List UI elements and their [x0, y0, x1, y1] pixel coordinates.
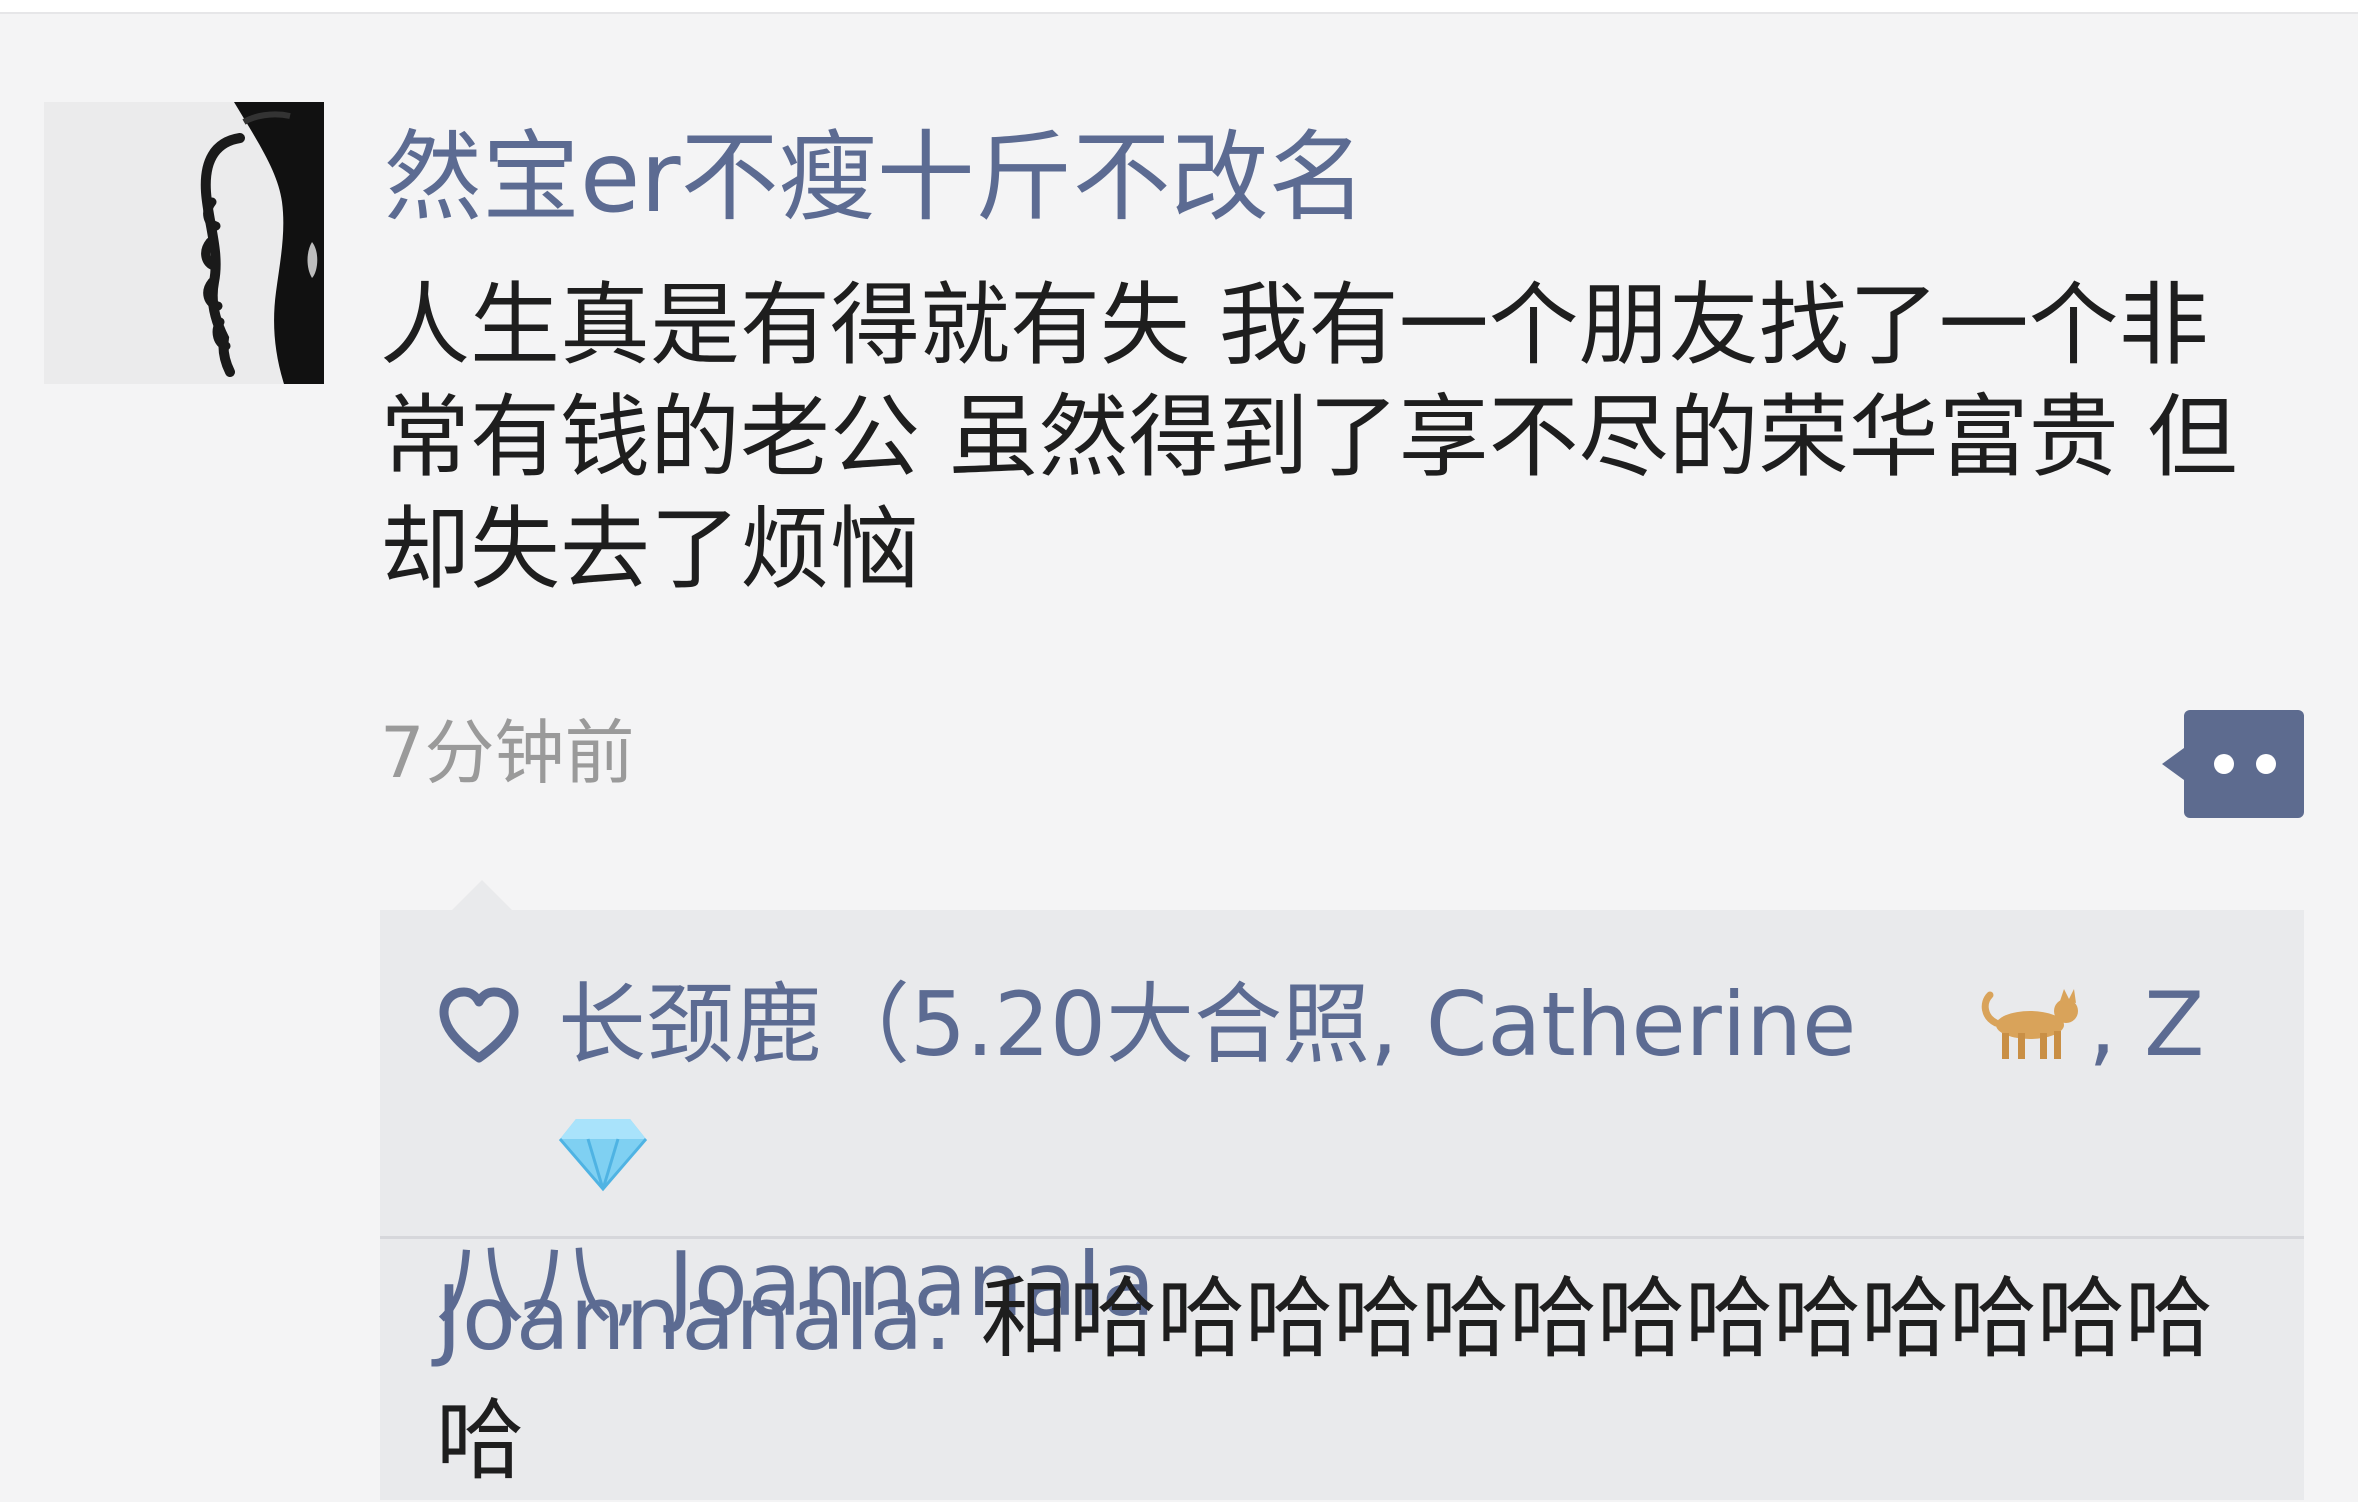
top-divider [0, 0, 2358, 14]
avatar-image [44, 102, 324, 384]
gem-icon [436, 1102, 648, 1224]
moments-post: 然宝er不瘦十斤不改名 人生真是有得就有失 我有一个朋友找了一个非常有钱的老公 … [0, 14, 2358, 1500]
post-timestamp: 7分钟前 [380, 712, 635, 794]
post-content: 人生真是有得就有失 我有一个朋友找了一个非常有钱的老公 虽然得到了享不尽的荣华富… [380, 273, 2238, 602]
panel-pointer [452, 880, 512, 910]
post-username[interactable]: 然宝er不瘦十斤不改名 [384, 118, 1367, 238]
likes-names-part2[interactable]: , Z [2088, 973, 2204, 1076]
avatar[interactable] [44, 102, 324, 384]
more-dots-icon [2162, 710, 2304, 818]
likes-comments-panel: 长颈鹿（5.20大合照, Catherine, Z 八八, Joannanala… [380, 910, 2304, 1500]
cat-icon [1856, 972, 2088, 1094]
likes-names-part1[interactable]: 长颈鹿（5.20大合照, Catherine [558, 973, 1856, 1076]
comment-action-button[interactable] [2156, 710, 2304, 818]
comment-item[interactable]: Joannanala: 和哈哈哈哈哈哈哈哈哈哈哈哈哈哈 [436, 1258, 2256, 1502]
panel-divider [380, 1236, 2304, 1239]
comment-separator: : [923, 1267, 981, 1370]
comment-author[interactable]: Joannanala [436, 1267, 923, 1370]
